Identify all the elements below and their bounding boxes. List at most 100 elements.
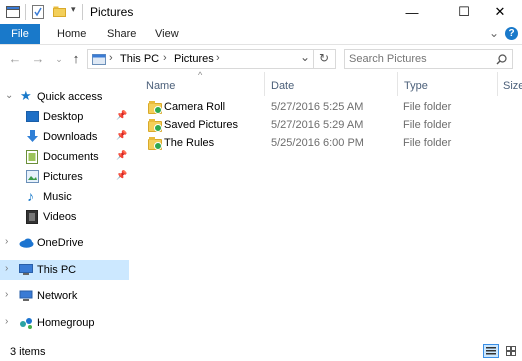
- column-header-type[interactable]: Type: [404, 80, 428, 100]
- network-icon: [19, 290, 33, 301]
- status-bar: 3 items: [0, 341, 522, 361]
- quick-access-toolbar-dropdown-icon[interactable]: ▾: [71, 4, 76, 15]
- collapsed-chevron-icon[interactable]: ›: [5, 236, 8, 247]
- search-input[interactable]: [349, 52, 489, 66]
- nav-item-pictures[interactable]: Pictures 📌: [0, 167, 129, 187]
- nav-item-label: Music: [43, 191, 72, 203]
- tab-share[interactable]: Share: [95, 24, 148, 44]
- column-header-size[interactable]: Size: [503, 80, 522, 100]
- nav-item-this-pc[interactable]: › This PC: [0, 260, 129, 280]
- videos-icon: [26, 210, 38, 224]
- forward-arrow-icon[interactable]: →: [30, 51, 46, 67]
- navigation-bar: ← → ⌄ ↑ › This PC › Pictures › ⌄ ↻: [0, 45, 522, 73]
- address-dropdown-icon[interactable]: ⌄: [300, 50, 310, 64]
- sync-check-icon: [154, 124, 162, 132]
- documents-icon: [26, 150, 38, 164]
- nav-item-label: Documents: [43, 151, 99, 163]
- sync-check-icon: [154, 142, 162, 150]
- file-date: 5/27/2016 5:29 AM: [271, 119, 364, 131]
- downloads-icon: [27, 130, 38, 142]
- nav-item-quick-access[interactable]: ⌄ ★ Quick access: [0, 87, 129, 107]
- title-bar: ▾ Pictures — ☐ ✕: [0, 0, 522, 24]
- sync-check-icon: [154, 106, 162, 114]
- nav-item-label: This PC: [37, 264, 77, 276]
- pin-icon[interactable]: 📌: [116, 110, 127, 121]
- pin-icon[interactable]: 📌: [116, 170, 127, 181]
- file-date: 5/27/2016 5:25 AM: [271, 101, 364, 113]
- ribbon-tabs: File Home Share View ⌄ ?: [0, 24, 522, 45]
- details-view-button[interactable]: [483, 344, 499, 358]
- nav-item-videos[interactable]: Videos: [0, 207, 129, 227]
- pin-icon[interactable]: 📌: [116, 150, 127, 161]
- onedrive-cloud-icon: [19, 238, 34, 248]
- nav-item-downloads[interactable]: Downloads 📌: [0, 127, 129, 147]
- details-view-icon: [486, 347, 496, 355]
- collapsed-chevron-icon[interactable]: ›: [5, 289, 8, 300]
- pictures-icon: [26, 170, 39, 183]
- back-arrow-icon[interactable]: ←: [7, 51, 23, 67]
- refresh-icon[interactable]: ↻: [319, 51, 329, 65]
- properties-icon[interactable]: [32, 5, 44, 19]
- toolbar-divider: [82, 4, 83, 20]
- column-header-date[interactable]: Date: [271, 80, 294, 100]
- pin-icon[interactable]: 📌: [116, 130, 127, 141]
- breadcrumb-separator: ›: [216, 52, 220, 64]
- nav-item-network[interactable]: › Network: [0, 286, 129, 306]
- large-icons-view-button[interactable]: [503, 344, 519, 358]
- file-type: File folder: [403, 137, 452, 149]
- nav-item-onedrive[interactable]: › OneDrive: [0, 233, 129, 253]
- file-row[interactable]: Saved Pictures 5/27/2016 5:29 AM File fo…: [143, 117, 513, 135]
- folder-icon: [148, 137, 162, 150]
- nav-item-label: OneDrive: [37, 237, 84, 249]
- computer-icon: [19, 264, 33, 275]
- file-row[interactable]: Camera Roll 5/27/2016 5:25 AM File folde…: [143, 99, 513, 117]
- toolbar-divider: [25, 4, 26, 20]
- new-folder-icon[interactable]: [53, 6, 66, 17]
- file-type: File folder: [403, 101, 452, 113]
- address-bar[interactable]: › This PC › Pictures › ⌄ ↻: [87, 49, 336, 69]
- file-name: Camera Roll: [164, 101, 226, 113]
- breadcrumb-this-pc[interactable]: This PC: [120, 53, 159, 65]
- search-box[interactable]: [344, 49, 513, 69]
- explorer-window-icon[interactable]: [6, 6, 20, 18]
- collapsed-chevron-icon[interactable]: ›: [5, 316, 8, 327]
- folder-icon: [148, 119, 162, 132]
- minimize-button[interactable]: —: [390, 0, 434, 24]
- tab-home[interactable]: Home: [45, 24, 98, 44]
- file-date: 5/25/2016 6:00 PM: [271, 137, 364, 149]
- desktop-icon: [26, 111, 39, 122]
- navigation-pane: ⌄ ★ Quick access Desktop 📌 Downloads 📌 D…: [0, 73, 130, 339]
- nav-item-documents[interactable]: Documents 📌: [0, 147, 129, 167]
- tab-file[interactable]: File: [0, 24, 40, 44]
- file-name: Saved Pictures: [164, 119, 238, 131]
- address-divider: [313, 50, 314, 68]
- up-arrow-icon[interactable]: ↑: [68, 51, 84, 67]
- file-row[interactable]: The Rules 5/25/2016 6:00 PM File folder: [143, 135, 513, 153]
- breadcrumb-pictures[interactable]: Pictures: [174, 53, 214, 65]
- pictures-folder-icon: [92, 54, 106, 65]
- nav-item-label: Quick access: [37, 91, 103, 103]
- column-separator[interactable]: [264, 72, 265, 96]
- window-title: Pictures: [90, 5, 134, 19]
- help-icon[interactable]: ?: [505, 27, 518, 40]
- tab-view[interactable]: View: [143, 24, 191, 44]
- column-header-name[interactable]: Name: [146, 80, 175, 100]
- column-separator[interactable]: [497, 72, 498, 96]
- nav-item-label: Homegroup: [37, 317, 95, 329]
- folder-icon: [148, 101, 162, 114]
- recent-locations-icon[interactable]: ⌄: [51, 51, 67, 67]
- breadcrumb-separator: ›: [109, 52, 113, 64]
- file-name: The Rules: [164, 137, 215, 149]
- ribbon-expand-icon[interactable]: ⌄: [489, 26, 499, 40]
- column-separator[interactable]: [397, 72, 398, 96]
- nav-item-label: Network: [37, 290, 78, 302]
- nav-item-music[interactable]: ♪ Music: [0, 187, 129, 207]
- nav-item-label: Desktop: [43, 111, 84, 123]
- file-type: File folder: [403, 119, 452, 131]
- expanded-chevron-icon[interactable]: ⌄: [5, 90, 13, 101]
- nav-item-homegroup[interactable]: › Homegroup: [0, 313, 129, 333]
- nav-item-desktop[interactable]: Desktop 📌: [0, 107, 129, 127]
- collapsed-chevron-icon[interactable]: ›: [5, 263, 8, 274]
- close-button[interactable]: ✕: [478, 0, 522, 24]
- search-icon[interactable]: [496, 54, 507, 65]
